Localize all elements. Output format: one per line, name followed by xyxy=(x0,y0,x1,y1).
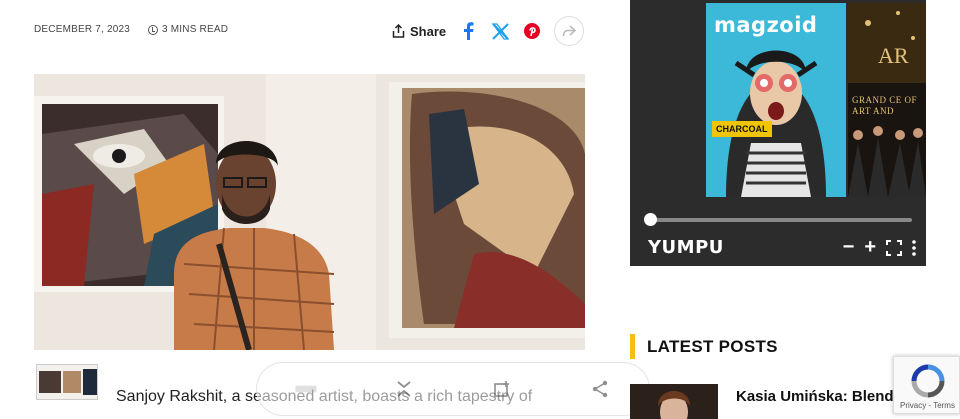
pinterest-icon[interactable] xyxy=(522,21,542,41)
accent-bar xyxy=(630,334,635,359)
share-label: Share xyxy=(410,23,447,39)
magazine-progress-knob[interactable] xyxy=(644,213,657,226)
more-options-icon[interactable] xyxy=(912,239,916,256)
share-button[interactable]: Share xyxy=(392,24,446,39)
hero-image xyxy=(34,74,585,350)
floating-toolbar xyxy=(256,362,650,416)
fullscreen-icon[interactable] xyxy=(886,239,902,256)
share-icon[interactable] xyxy=(589,378,611,400)
latest-posts-heading: LATEST POSTS xyxy=(647,336,778,356)
magazine-cover-badge: CHARCOAL xyxy=(716,124,768,134)
publish-date: DECEMBER 7, 2023 xyxy=(34,24,131,35)
magazine-cover[interactable]: magzoid CHARCOAL xyxy=(706,3,846,197)
read-time: 3 MINS READ xyxy=(148,24,228,35)
forward-icon[interactable] xyxy=(554,16,585,46)
zoom-out-button[interactable]: − xyxy=(843,236,855,259)
x-icon[interactable] xyxy=(490,21,510,41)
share-bar: Share xyxy=(392,16,585,46)
image-thumb-icon[interactable] xyxy=(295,378,317,400)
collapse-icon[interactable] xyxy=(393,378,415,400)
recaptcha-label[interactable]: Privacy - Terms xyxy=(900,401,955,410)
recaptcha-icon xyxy=(911,364,945,398)
yumpu-logo: YUMPU xyxy=(648,237,724,258)
magazine-cover-secondary[interactable]: AR GRAND CE OF ART AND xyxy=(848,3,926,197)
magazine-controls: − + xyxy=(843,236,916,259)
facebook-icon[interactable] xyxy=(458,21,478,41)
magazine-widget[interactable]: magzoid CHARCOAL AR GRAND CE OF ART AND … xyxy=(630,0,926,266)
read-time-label: 3 MINS READ xyxy=(162,24,229,35)
secondary-cover-text: GRAND CE OF ART AND xyxy=(852,95,918,116)
latest-posts-header: LATEST POSTS xyxy=(630,334,778,359)
secondary-cover-top: AR xyxy=(878,43,909,68)
clock-icon xyxy=(148,24,159,35)
magazine-cover-title: magzoid xyxy=(714,13,818,37)
magazine-progress-track[interactable] xyxy=(648,218,912,222)
share-upload-icon xyxy=(392,24,405,38)
recaptcha-badge[interactable]: Privacy - Terms xyxy=(893,356,960,414)
article-thumbnail[interactable] xyxy=(36,364,98,400)
article-meta: DECEMBER 7, 2023 3 MINS READ xyxy=(34,24,228,35)
page: DECEMBER 7, 2023 3 MINS READ Share Sanjo… xyxy=(0,0,960,419)
zoom-in-button[interactable]: + xyxy=(864,236,876,259)
post-thumbnail[interactable] xyxy=(630,384,718,419)
add-to-queue-icon[interactable] xyxy=(491,378,513,400)
